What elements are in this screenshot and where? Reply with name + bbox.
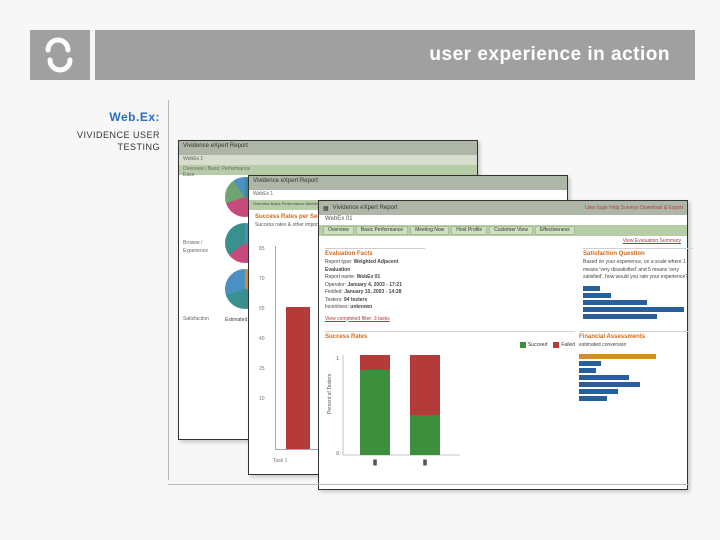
sidebar-sub1: VIVIDENCE USER — [40, 130, 160, 140]
eval-label: Testers: — [325, 297, 343, 303]
card1-side-item: Satisfaction — [183, 315, 219, 323]
tab-overview[interactable]: Overview — [323, 226, 354, 235]
legend-swatch-icon — [553, 342, 559, 348]
success-title: Success Rates — [325, 334, 575, 340]
logo — [30, 30, 90, 80]
bar — [583, 286, 600, 291]
sat-title: Satisfaction Question — [583, 251, 693, 257]
legend-failed: Failed — [553, 342, 575, 348]
eval-value: January 4, 2003 - 17:21 — [348, 282, 402, 288]
card1-side-item: Browse / Experience — [183, 239, 219, 255]
bar — [579, 354, 656, 359]
eval-label: Fielded: — [325, 289, 343, 295]
bar — [579, 368, 596, 373]
eval-value: January 10, 2003 - 14:28 — [344, 289, 401, 295]
card1-sub: WebEx 1 — [179, 155, 477, 165]
legend-succeed: Succeed — [520, 342, 547, 348]
logo-icon — [30, 30, 90, 80]
legend: Succeed Failed — [325, 342, 575, 348]
bar — [579, 382, 640, 387]
tab-meeting[interactable]: Meeting Now — [410, 226, 449, 235]
sidebar: Web.Ex: VIVIDENCE USER TESTING — [40, 110, 160, 152]
bar — [579, 389, 618, 394]
sidebar-sub2: TESTING — [40, 142, 160, 152]
card3-header: ▦ Vividence eXpert Report User login Hel… — [319, 201, 687, 215]
app-icon: ▦ — [323, 205, 329, 212]
eval-label: Incentives: — [325, 304, 349, 310]
axis-label: 25 — [259, 366, 265, 372]
axis-label: Task 1 — [273, 458, 287, 464]
ylabel: Percent of Testers — [327, 373, 333, 414]
evaluation-facts-panel: Evaluation Facts Report type: Weighted A… — [325, 248, 425, 323]
axis-label: 85 — [259, 246, 265, 252]
eval-title: Evaluation Facts — [325, 251, 425, 257]
svg-text:0: 0 — [336, 451, 339, 457]
financial-panel: Financial Assessments estimated conversi… — [579, 331, 689, 475]
bar — [583, 314, 657, 319]
eval-lines: Report type: Weighted Adjacent Evaluatio… — [325, 259, 425, 323]
eval-value: 94 testers — [344, 297, 367, 303]
eval-more-link[interactable]: View completed filter: 3 tasks — [325, 316, 425, 324]
card3-tabs: Overview Basic Performance Meeting Now H… — [319, 225, 687, 236]
divider-horizontal — [168, 484, 690, 485]
bar — [583, 300, 647, 305]
eval-label: Operator: — [325, 282, 346, 288]
card3-toplinks[interactable]: User login Help Surveys Download & Expor… — [585, 205, 683, 211]
eval-label: Report name: — [325, 274, 355, 280]
spacer — [429, 248, 579, 323]
card1-header: Vividence eXpert Report — [179, 141, 477, 155]
eval-value: WebEx 01 — [357, 274, 381, 280]
pa-sub: estimated conversion — [579, 342, 689, 350]
svg-text:1: 1 — [336, 356, 339, 362]
pa-title: Financial Assessments — [579, 334, 689, 340]
bar — [583, 293, 611, 298]
success-chart: Percent of Testers 1 0 █ █ — [325, 350, 465, 470]
tab-basic[interactable]: Basic Performance — [356, 226, 408, 235]
header: user experience in action — [0, 30, 720, 80]
bar — [579, 361, 601, 366]
satisfaction-panel: Satisfaction Question Based on your expe… — [583, 248, 693, 323]
card2-header: Vividence eXpert Report — [249, 176, 567, 190]
legend-swatch-icon — [520, 342, 526, 348]
row2: Success Rates Succeed Failed Percent of … — [325, 331, 693, 475]
bar — [286, 307, 310, 449]
card3-sub: WebEx 01 — [319, 215, 687, 225]
axis-label: 70 — [259, 276, 265, 282]
card3-body: Evaluation Facts Report type: Weighted A… — [319, 246, 687, 477]
page-title: user experience in action — [429, 44, 670, 66]
view-summary-link[interactable]: View Evaluation Summary — [319, 236, 687, 246]
sat-text: Based on your experience, on a scale whe… — [583, 259, 693, 282]
card3-header-text: Vividence eXpert Report — [333, 205, 398, 211]
divider-vertical — [168, 100, 169, 480]
success-rates-panel: Success Rates Succeed Failed Percent of … — [325, 331, 575, 475]
sidebar-heading: Web.Ex: — [40, 110, 160, 124]
title-bar: user experience in action — [95, 30, 695, 80]
svg-text:█: █ — [423, 459, 427, 466]
eval-value: unknown — [350, 304, 372, 310]
bar — [579, 396, 607, 401]
bar — [583, 307, 684, 312]
sat-chart — [583, 286, 693, 319]
tab-host[interactable]: Host Profile — [451, 226, 487, 235]
card1-side-item: Ease — [183, 171, 219, 179]
card2-sub: WebEx 1 — [249, 190, 567, 200]
legend-label: Failed — [561, 342, 575, 348]
eval-label: Report type: — [325, 259, 352, 265]
axis-label: 10 — [259, 396, 265, 402]
card1-sidebar: Ease Browse / Experience Satisfaction — [183, 171, 219, 323]
pa-chart — [579, 354, 689, 401]
tab-customer[interactable]: Customer View — [489, 226, 533, 235]
axis-label: 40 — [259, 336, 265, 342]
legend-label: Succeed — [528, 342, 547, 348]
report-card-3: ▦ Vividence eXpert Report User login Hel… — [318, 200, 688, 490]
bar — [579, 375, 629, 380]
axis-label: 55 — [259, 306, 265, 312]
tab-effectiveness[interactable]: Effectiveness — [535, 226, 575, 235]
svg-text:█: █ — [373, 459, 377, 466]
